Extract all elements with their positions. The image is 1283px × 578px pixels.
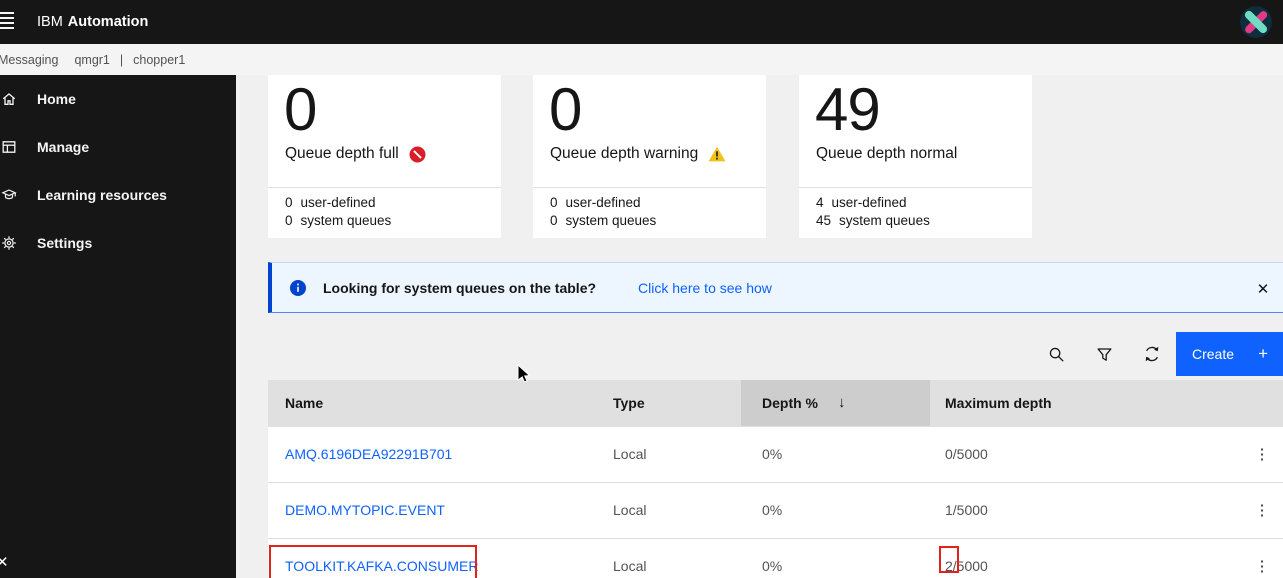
sidebar-item-label: Manage — [37, 139, 90, 155]
column-header-name[interactable]: Name — [285, 380, 323, 426]
sort-descending-icon[interactable]: ↓ — [838, 380, 846, 426]
blocked-icon — [409, 146, 426, 162]
card-value: 49 — [815, 76, 881, 143]
stat-label: user-defined — [565, 195, 641, 210]
card-value: 0 — [284, 76, 317, 143]
sidebar-item-settings[interactable]: Settings — [0, 219, 236, 267]
top-header-bar: IBM Automation — [0, 0, 1283, 44]
queue-maximum-depth: 1/5000 — [945, 502, 988, 518]
queue-type: Local — [613, 502, 647, 518]
info-banner: Looking for system queues on the table? … — [268, 262, 1283, 313]
queue-name-link[interactable]: DEMO.MYTOPIC.EVENT — [285, 483, 445, 538]
stat-value: 4 — [816, 195, 824, 210]
card-divider — [533, 187, 766, 188]
filter-icon — [1096, 347, 1112, 361]
banner-link[interactable]: Click here to see how — [638, 280, 772, 296]
card-queue-depth-warning: 0 Queue depth warning 0 user-defined 0 sys… — [533, 75, 766, 238]
stat-value: 0 — [285, 195, 293, 210]
card-queue-depth-normal: 49 Queue depth normal 4 user-defined 45 sy… — [799, 75, 1032, 238]
create-button-label: Create — [1192, 346, 1235, 362]
queue-depth-percent: 0% — [762, 446, 783, 462]
stat-label: user-defined — [831, 195, 907, 210]
notification-close-icon[interactable]: ✕ — [0, 553, 9, 571]
card-stats: 0 user-defined 0 system queues — [550, 194, 656, 230]
sidebar-item-label: Settings — [37, 235, 93, 251]
card-value: 0 — [549, 76, 582, 143]
queue-maximum-depth: 0/5000 — [945, 446, 988, 462]
settings-icon — [2, 236, 16, 250]
sidebar-item-label: Learning resources — [37, 187, 167, 203]
info-icon — [290, 279, 306, 296]
max-depth-value: /5000 — [952, 558, 988, 574]
hamburger-menu-icon[interactable] — [0, 12, 16, 32]
search-button[interactable] — [1032, 332, 1080, 376]
card-stats: 4 user-defined 45 system queues — [816, 194, 930, 230]
refresh-icon — [1145, 346, 1159, 362]
warning-icon — [708, 146, 726, 162]
breadcrumb-separator: | — [119, 52, 124, 67]
stat-value: 0 — [550, 213, 558, 228]
stat-label: system queues — [839, 213, 930, 228]
breadcrumb-instance: chopper1 — [133, 52, 186, 67]
breadcrumb-section[interactable]: Messaging — [0, 53, 58, 67]
breadcrumb: Messaging qmgr1 | chopper1 — [0, 44, 1283, 75]
card-queue-depth-full: 0 Queue depth full 0 user-defined 0 system… — [268, 75, 501, 238]
search-icon — [1049, 347, 1064, 362]
queues-table: Name Type Depth % ↓ Maximum depth AMQ.61… — [268, 380, 1283, 578]
add-icon: + — [1258, 344, 1268, 363]
mq-console-screen: IBM Automation Messaging qmgr1 | chopper… — [0, 0, 1283, 578]
education-icon — [1, 187, 17, 203]
stat-label: system queues — [565, 213, 657, 228]
queue-depth-percent: 0% — [762, 558, 783, 574]
refresh-button[interactable] — [1128, 332, 1176, 376]
table-toolbar: Create + — [1032, 332, 1283, 376]
stat-label: system queues — [300, 213, 392, 228]
breadcrumb-queue-manager[interactable]: qmgr1 — [74, 53, 109, 67]
table-row: AMQ.6196DEA92291B701 Local 0% 0/5000 ⋮ — [268, 426, 1283, 482]
queue-name-link[interactable]: AMQ.6196DEA92291B701 — [285, 427, 452, 482]
column-header-maximum-depth[interactable]: Maximum depth — [945, 380, 1052, 426]
brand-name: Automation — [67, 14, 149, 30]
home-icon — [1, 91, 17, 107]
sidebar-item-home[interactable]: Home — [0, 75, 236, 123]
row-overflow-menu-icon[interactable]: ⋮ — [1252, 539, 1272, 578]
table-row: TOOLKIT.KAFKA.CONSUMER Local 0% 2/5000 ⋮ — [268, 538, 1283, 578]
stat-value: 0 — [550, 195, 558, 210]
card-label: Queue depth full — [285, 145, 399, 162]
left-nav-sidebar: Home Manage Learning resources Settings … — [0, 75, 236, 578]
filter-button[interactable] — [1080, 332, 1128, 376]
queue-maximum-depth: 2/5000 — [945, 539, 988, 578]
stat-value: 0 — [285, 213, 293, 228]
queue-type: Local — [613, 558, 647, 574]
queue-name-link[interactable]: TOOLKIT.KAFKA.CONSUMER — [285, 539, 478, 578]
row-overflow-menu-icon[interactable]: ⋮ — [1252, 427, 1272, 482]
avatar-x-logo — [1240, 6, 1272, 38]
card-label: Queue depth normal — [816, 145, 958, 162]
current-depth-value: 2 — [945, 558, 953, 574]
table-row: DEMO.MYTOPIC.EVENT Local 0% 1/5000 ⋮ — [268, 482, 1283, 538]
manage-icon — [1, 139, 17, 155]
banner-message: Looking for system queues on the table? — [323, 279, 597, 296]
avatar[interactable] — [1240, 6, 1272, 38]
card-divider — [268, 187, 501, 188]
queue-depth-percent: 0% — [762, 502, 783, 518]
queue-type: Local — [613, 446, 647, 462]
column-header-type[interactable]: Type — [613, 380, 645, 426]
stat-label: user-defined — [300, 195, 376, 210]
brand-prefix: IBM — [37, 14, 63, 30]
card-stats: 0 user-defined 0 system queues — [285, 194, 391, 230]
app-title: IBM Automation — [37, 0, 148, 44]
create-button[interactable]: Create + — [1176, 332, 1283, 376]
stat-value: 45 — [816, 213, 832, 228]
sidebar-item-manage[interactable]: Manage — [0, 123, 236, 171]
banner-close-icon[interactable]: ✕ — [1243, 263, 1283, 314]
card-label: Queue depth warning — [550, 145, 699, 162]
sidebar-item-label: Home — [37, 91, 76, 107]
column-header-depth-percent[interactable]: Depth % — [762, 380, 818, 426]
sidebar-item-learning-resources[interactable]: Learning resources — [0, 171, 236, 219]
card-divider — [799, 187, 1032, 188]
table-header-row: Name Type Depth % ↓ Maximum depth — [268, 380, 1283, 426]
row-overflow-menu-icon[interactable]: ⋮ — [1252, 483, 1272, 538]
